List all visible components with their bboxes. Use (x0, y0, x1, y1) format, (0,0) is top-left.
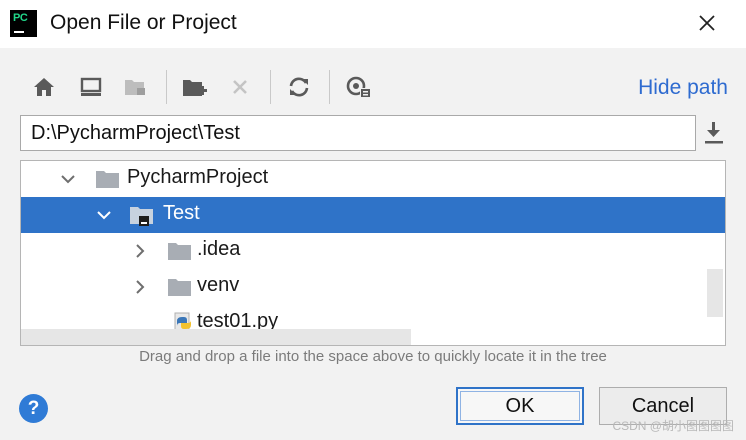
tree-row-selected[interactable]: Test (21, 197, 725, 233)
hide-path-link[interactable]: Hide path (638, 76, 728, 100)
tree-item-label: Test (163, 202, 200, 224)
refresh-button[interactable] (284, 70, 314, 104)
home-button[interactable] (29, 70, 59, 104)
project-folder-button[interactable] (121, 70, 151, 104)
close-icon (699, 15, 715, 31)
desktop-button[interactable] (76, 70, 106, 104)
delete-icon (233, 80, 247, 94)
path-input[interactable] (20, 115, 696, 151)
home-icon (34, 78, 54, 96)
watermark: CSDN @胡小图图图图 (612, 419, 734, 433)
help-icon: ? (27, 397, 40, 419)
tree-row[interactable]: PycharmProject (21, 161, 725, 197)
download-button[interactable] (700, 118, 728, 148)
project-folder-icon (125, 80, 145, 95)
chevron-down-icon[interactable] (59, 170, 77, 188)
folder-icon (168, 279, 191, 296)
new-folder-button[interactable] (180, 70, 210, 104)
folder-icon (96, 171, 119, 188)
refresh-icon (289, 77, 309, 97)
toolbar-separator (329, 70, 330, 104)
folder-icon (168, 243, 191, 260)
file-tree[interactable]: PycharmProject Test .idea venv test01.py (20, 160, 726, 346)
show-hidden-button[interactable] (344, 70, 374, 104)
help-button[interactable]: ? (19, 394, 48, 423)
download-icon (705, 122, 723, 144)
tree-item-label: PycharmProject (127, 166, 269, 188)
tree-row[interactable]: .idea (21, 233, 725, 269)
vertical-scrollbar[interactable] (707, 269, 723, 317)
chevron-down-icon[interactable] (95, 206, 113, 224)
delete-button[interactable] (225, 70, 255, 104)
show-hidden-icon (346, 76, 370, 97)
title-bar: PC Open File or Project (0, 0, 746, 48)
chevron-right-icon[interactable] (131, 242, 149, 260)
horizontal-scrollbar[interactable] (21, 329, 411, 345)
logo-text: PC (13, 12, 28, 24)
tree-item-label: .idea (197, 238, 241, 260)
ok-button[interactable]: OK (456, 387, 584, 425)
pycharm-logo-icon: PC (10, 10, 37, 37)
dialog-title: Open File or Project (50, 11, 237, 34)
close-button[interactable] (692, 8, 722, 38)
tree-item-label: venv (197, 274, 240, 296)
tree-row[interactable]: venv (21, 269, 725, 305)
chevron-right-icon[interactable] (131, 278, 149, 296)
drag-drop-hint: Drag and drop a file into the space abov… (139, 348, 607, 365)
project-folder-icon (130, 207, 153, 226)
desktop-icon (80, 77, 102, 96)
new-folder-icon (183, 80, 207, 96)
toolbar-separator (270, 70, 271, 104)
toolbar-separator (166, 70, 167, 104)
